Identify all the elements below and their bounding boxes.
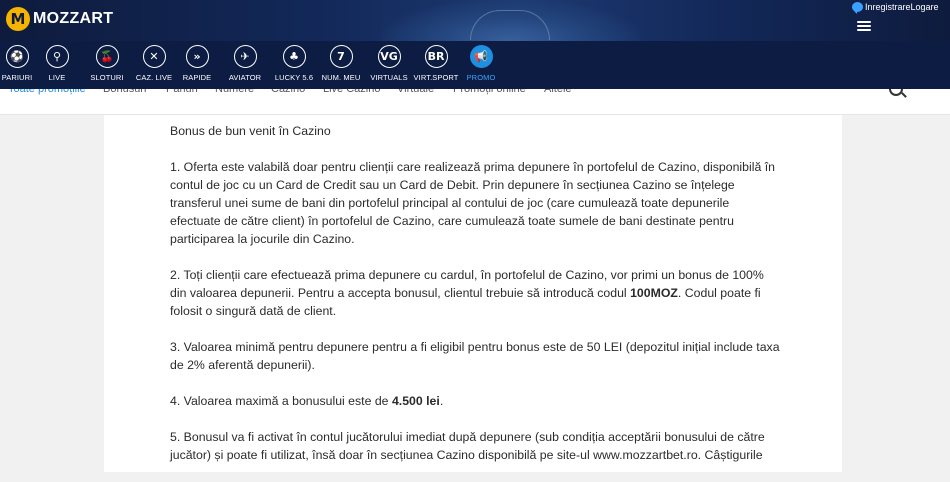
rapid-icon: » — [185, 45, 209, 68]
virtual-sport-icon: BR — [424, 45, 448, 68]
subnav-tab[interactable]: Toate promoțiile — [8, 89, 86, 95]
subnav-tab[interactable]: Cazino — [271, 89, 305, 95]
category-label: NUM. MEU — [321, 73, 361, 82]
soccer-ball-icon: ⚽ — [5, 45, 29, 68]
term-4-text-a: 4. Valoarea maximă a bonusului este de — [170, 394, 392, 408]
category-label: SLOTURI — [90, 73, 124, 82]
promo-title: Bonus de bun venit în Cazino — [170, 124, 331, 138]
category-label: AVIATOR — [228, 73, 262, 82]
top-header: M MOZZART Inregistrare Logare — [0, 0, 950, 41]
category-label: LUCKY 5.6 — [274, 73, 314, 82]
category-caz-live[interactable]: ✕ CAZ. LIVE — [131, 45, 177, 82]
promo-subnav: Toate promoțiile Bonusuri Pariuri Numere Caz… — [0, 89, 950, 115]
subnav-tab[interactable]: Promoții online — [453, 89, 526, 95]
account-links: Inregistrare Logare — [852, 2, 939, 14]
category-lucky-5-6[interactable]: ♣ LUCKY 5.6 — [271, 45, 317, 82]
category-virt-sport[interactable]: BR VIRT.SPORT — [413, 45, 459, 82]
term-4: 4. Valoarea maximă a bonusului este de 4… — [170, 392, 780, 410]
megaphone-icon: 📢 — [469, 45, 493, 68]
category-sloturi[interactable]: 🍒 SLOTURI — [84, 45, 130, 82]
airplane-icon: ✈ — [233, 45, 257, 68]
term-2: 2. Toți clienții care efectuează prima d… — [170, 266, 780, 320]
category-live[interactable]: ⚲ LIVE — [34, 45, 80, 82]
category-promo[interactable]: 📢 PROMO — [458, 45, 504, 82]
subnav-tab[interactable]: Virtuale — [397, 89, 434, 95]
search-icon[interactable] — [889, 89, 903, 96]
subnav-tab[interactable]: Numere — [215, 89, 254, 95]
hamburger-icon[interactable] — [857, 21, 871, 31]
max-bonus-amount: 4.500 lei — [391, 394, 440, 408]
bonus-code: 100MOZ — [630, 286, 678, 300]
term-1: 1. Oferta este valabilă doar pentru clie… — [170, 160, 775, 246]
cherries-icon: 🍒 — [95, 45, 119, 68]
category-label: VIRT.SPORT — [413, 73, 459, 82]
category-virtuals[interactable]: VG VIRTUALS — [366, 45, 412, 82]
category-nav: ⚽ PARIURI ⚲ LIVE 🍒 SLOTURI ✕ CAZ. LIVE» RAPIDE ✈ A… — [0, 41, 950, 89]
category-rapide[interactable]: » RAPIDE — [174, 45, 220, 82]
logo-text: MOZZART — [33, 10, 114, 27]
subnav-tab[interactable]: Live Cazino — [323, 89, 380, 95]
term-3: 3. Valoarea minimă pentru depunere pentr… — [170, 340, 780, 372]
category-label: PROMO — [466, 73, 496, 82]
clover-icon: ♣ — [282, 45, 306, 68]
chat-icon[interactable] — [852, 2, 863, 14]
term-5: 5. Bonusul va fi activat în contul jucăt… — [170, 430, 765, 462]
subnav-tab[interactable]: Pariuri — [166, 89, 198, 95]
subnav-tab[interactable]: Bonusuri — [103, 89, 146, 95]
subnav-tab[interactable]: Altele — [544, 89, 572, 95]
logo-badge-icon: M — [6, 7, 30, 31]
mozzart-logo[interactable]: M MOZZART — [6, 7, 113, 31]
category-label: LIVE — [48, 73, 66, 82]
category-label: VIRTUALS — [370, 73, 408, 82]
category-aviator[interactable]: ✈ AVIATOR — [222, 45, 268, 82]
casino-chip-icon: ✕ — [142, 45, 166, 68]
virtual-games-icon: VG — [377, 45, 401, 68]
number-seven-icon: 7 — [329, 45, 353, 68]
login-link[interactable]: Logare — [911, 2, 939, 12]
live-icon: ⚲ — [45, 45, 69, 68]
category-label: CAZ. LIVE — [135, 73, 173, 82]
promo-terms: Bonus de bun venit în Cazino 1. Oferta e… — [170, 122, 780, 482]
category-label: RAPIDE — [182, 73, 212, 82]
term-4-text-b: . — [439, 394, 444, 408]
category-num-meu[interactable]: 7 NUM. MEU — [318, 45, 364, 82]
register-link[interactable]: Inregistrare — [865, 2, 911, 12]
